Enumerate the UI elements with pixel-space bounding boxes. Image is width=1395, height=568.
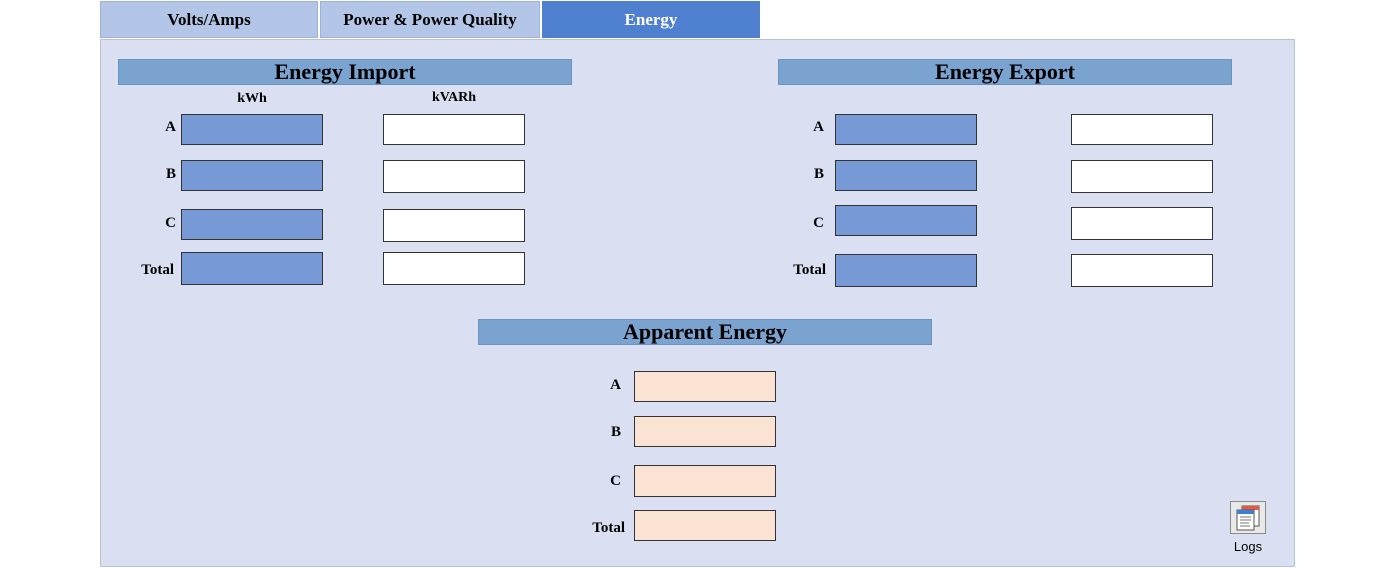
- logs-label: Logs: [1233, 539, 1263, 554]
- import-kvarh-header: kVARh: [431, 90, 477, 105]
- apparent-c-field[interactable]: [634, 465, 776, 497]
- export-kvarh-a-field[interactable]: [1071, 114, 1213, 145]
- import-kwh-a-field[interactable]: [181, 114, 323, 145]
- export-row-label-a: A: [813, 119, 824, 135]
- tab-volts-amps[interactable]: Volts/Amps: [100, 1, 318, 38]
- apparent-row-label-total: Total: [592, 520, 625, 536]
- import-kwh-b-field[interactable]: [181, 160, 323, 191]
- import-kvarh-b-field[interactable]: [383, 160, 525, 193]
- export-row-label-b: B: [813, 166, 824, 182]
- apparent-row-label-c: C: [610, 473, 621, 489]
- export-kvarh-total-field[interactable]: [1071, 254, 1213, 287]
- import-kwh-header: kWh: [237, 91, 267, 106]
- import-kvarh-c-field[interactable]: [383, 209, 525, 242]
- export-kwh-total-field[interactable]: [835, 254, 977, 287]
- apparent-total-field[interactable]: [634, 510, 776, 541]
- export-kvarh-c-field[interactable]: [1071, 207, 1213, 240]
- apparent-energy-title: Apparent Energy: [478, 319, 932, 345]
- import-row-label-c: C: [165, 215, 176, 231]
- apparent-a-field[interactable]: [634, 371, 776, 402]
- energy-export-title: Energy Export: [778, 59, 1232, 85]
- export-kwh-a-field[interactable]: [835, 114, 977, 145]
- export-kvarh-b-field[interactable]: [1071, 160, 1213, 193]
- import-row-label-total: Total: [141, 262, 174, 278]
- apparent-row-label-a: A: [610, 377, 621, 393]
- export-kwh-b-field[interactable]: [835, 160, 977, 191]
- apparent-row-label-b: B: [610, 424, 621, 440]
- import-kvarh-total-field[interactable]: [383, 252, 525, 285]
- energy-panel: Energy Import kWh kVARh A B C Total Ener…: [100, 39, 1295, 567]
- import-kwh-total-field[interactable]: [181, 252, 323, 285]
- import-kwh-c-field[interactable]: [181, 209, 323, 240]
- export-row-label-total: Total: [793, 262, 826, 278]
- tab-power-quality[interactable]: Power & Power Quality: [320, 1, 540, 38]
- import-row-label-a: A: [165, 119, 176, 135]
- logs-icon: [1236, 505, 1260, 530]
- tab-energy[interactable]: Energy: [542, 1, 760, 38]
- apparent-b-field[interactable]: [634, 416, 776, 447]
- energy-import-title: Energy Import: [118, 59, 572, 85]
- import-kvarh-a-field[interactable]: [383, 114, 525, 145]
- export-kwh-c-field[interactable]: [835, 205, 977, 236]
- import-row-label-b: B: [165, 166, 176, 182]
- logs-button[interactable]: [1230, 501, 1266, 534]
- export-row-label-c: C: [813, 215, 824, 231]
